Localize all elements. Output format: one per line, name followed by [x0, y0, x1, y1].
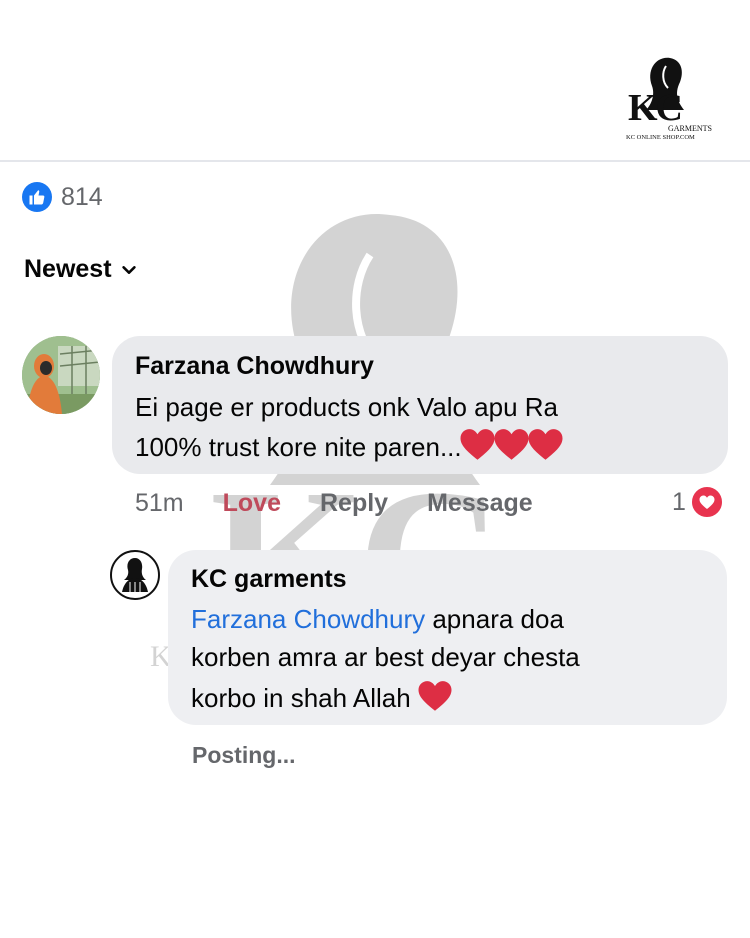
reply-text-line-2: korben amra ar best deyar chesta [191, 642, 580, 672]
comment-author[interactable]: Farzana Chowdhury [135, 352, 374, 381]
comment-text-line-2: 100% trust kore nite paren... [135, 428, 564, 463]
comment-text-line-1: Ei page er products onk Valo apu Ra [135, 392, 559, 422]
brand-logo: KC GARMENTS KC ONLINE SHOP.COM [622, 52, 718, 144]
love-count-value: 1 [672, 487, 686, 516]
avatar[interactable] [22, 336, 100, 414]
reply-author[interactable]: KC garments [191, 565, 347, 594]
love-reaction-icon [689, 485, 724, 519]
comment-sort-dropdown[interactable]: Newest [24, 255, 138, 284]
reply-bubble: KC garments Farzana Chowdhury apnara doa… [168, 550, 727, 725]
comment-time: 51m [135, 488, 184, 517]
love-reaction-count[interactable]: 1 [672, 485, 724, 519]
heart-emoji-icon [418, 681, 452, 711]
comment-actions: 51m Love Reply Message [135, 486, 572, 520]
page-avatar[interactable] [110, 550, 160, 600]
message-button[interactable]: Message [427, 489, 533, 518]
reply-text-line-1: Farzana Chowdhury apnara doa [191, 604, 564, 635]
chevron-down-icon [121, 265, 136, 274]
reply-button[interactable]: Reply [320, 489, 388, 518]
comment-text-line-2-text: 100% trust kore nite paren... [135, 432, 462, 462]
reply-text-line-3: korbo in shah Allah [191, 680, 453, 714]
header-divider [0, 160, 750, 162]
reaction-count: 814 [61, 182, 103, 211]
comment-bubble: Farzana Chowdhury Ei page er products on… [112, 336, 728, 474]
posting-status: Posting... [192, 742, 296, 768]
love-button[interactable]: Love [223, 489, 281, 518]
sort-label: Newest [24, 255, 112, 283]
heart-emoji-icon [460, 428, 564, 462]
reaction-summary[interactable]: 814 [22, 180, 103, 214]
mention-link[interactable]: Farzana Chowdhury [191, 604, 425, 634]
logo-garments-text: GARMENTS [668, 124, 713, 133]
reply-text-line-3-text: korbo in shah Allah [191, 683, 411, 713]
reply-text-line-1-rest: apnara doa [425, 604, 564, 634]
logo-site-text: KC ONLINE SHOP.COM [626, 134, 695, 141]
like-icon [22, 182, 52, 212]
